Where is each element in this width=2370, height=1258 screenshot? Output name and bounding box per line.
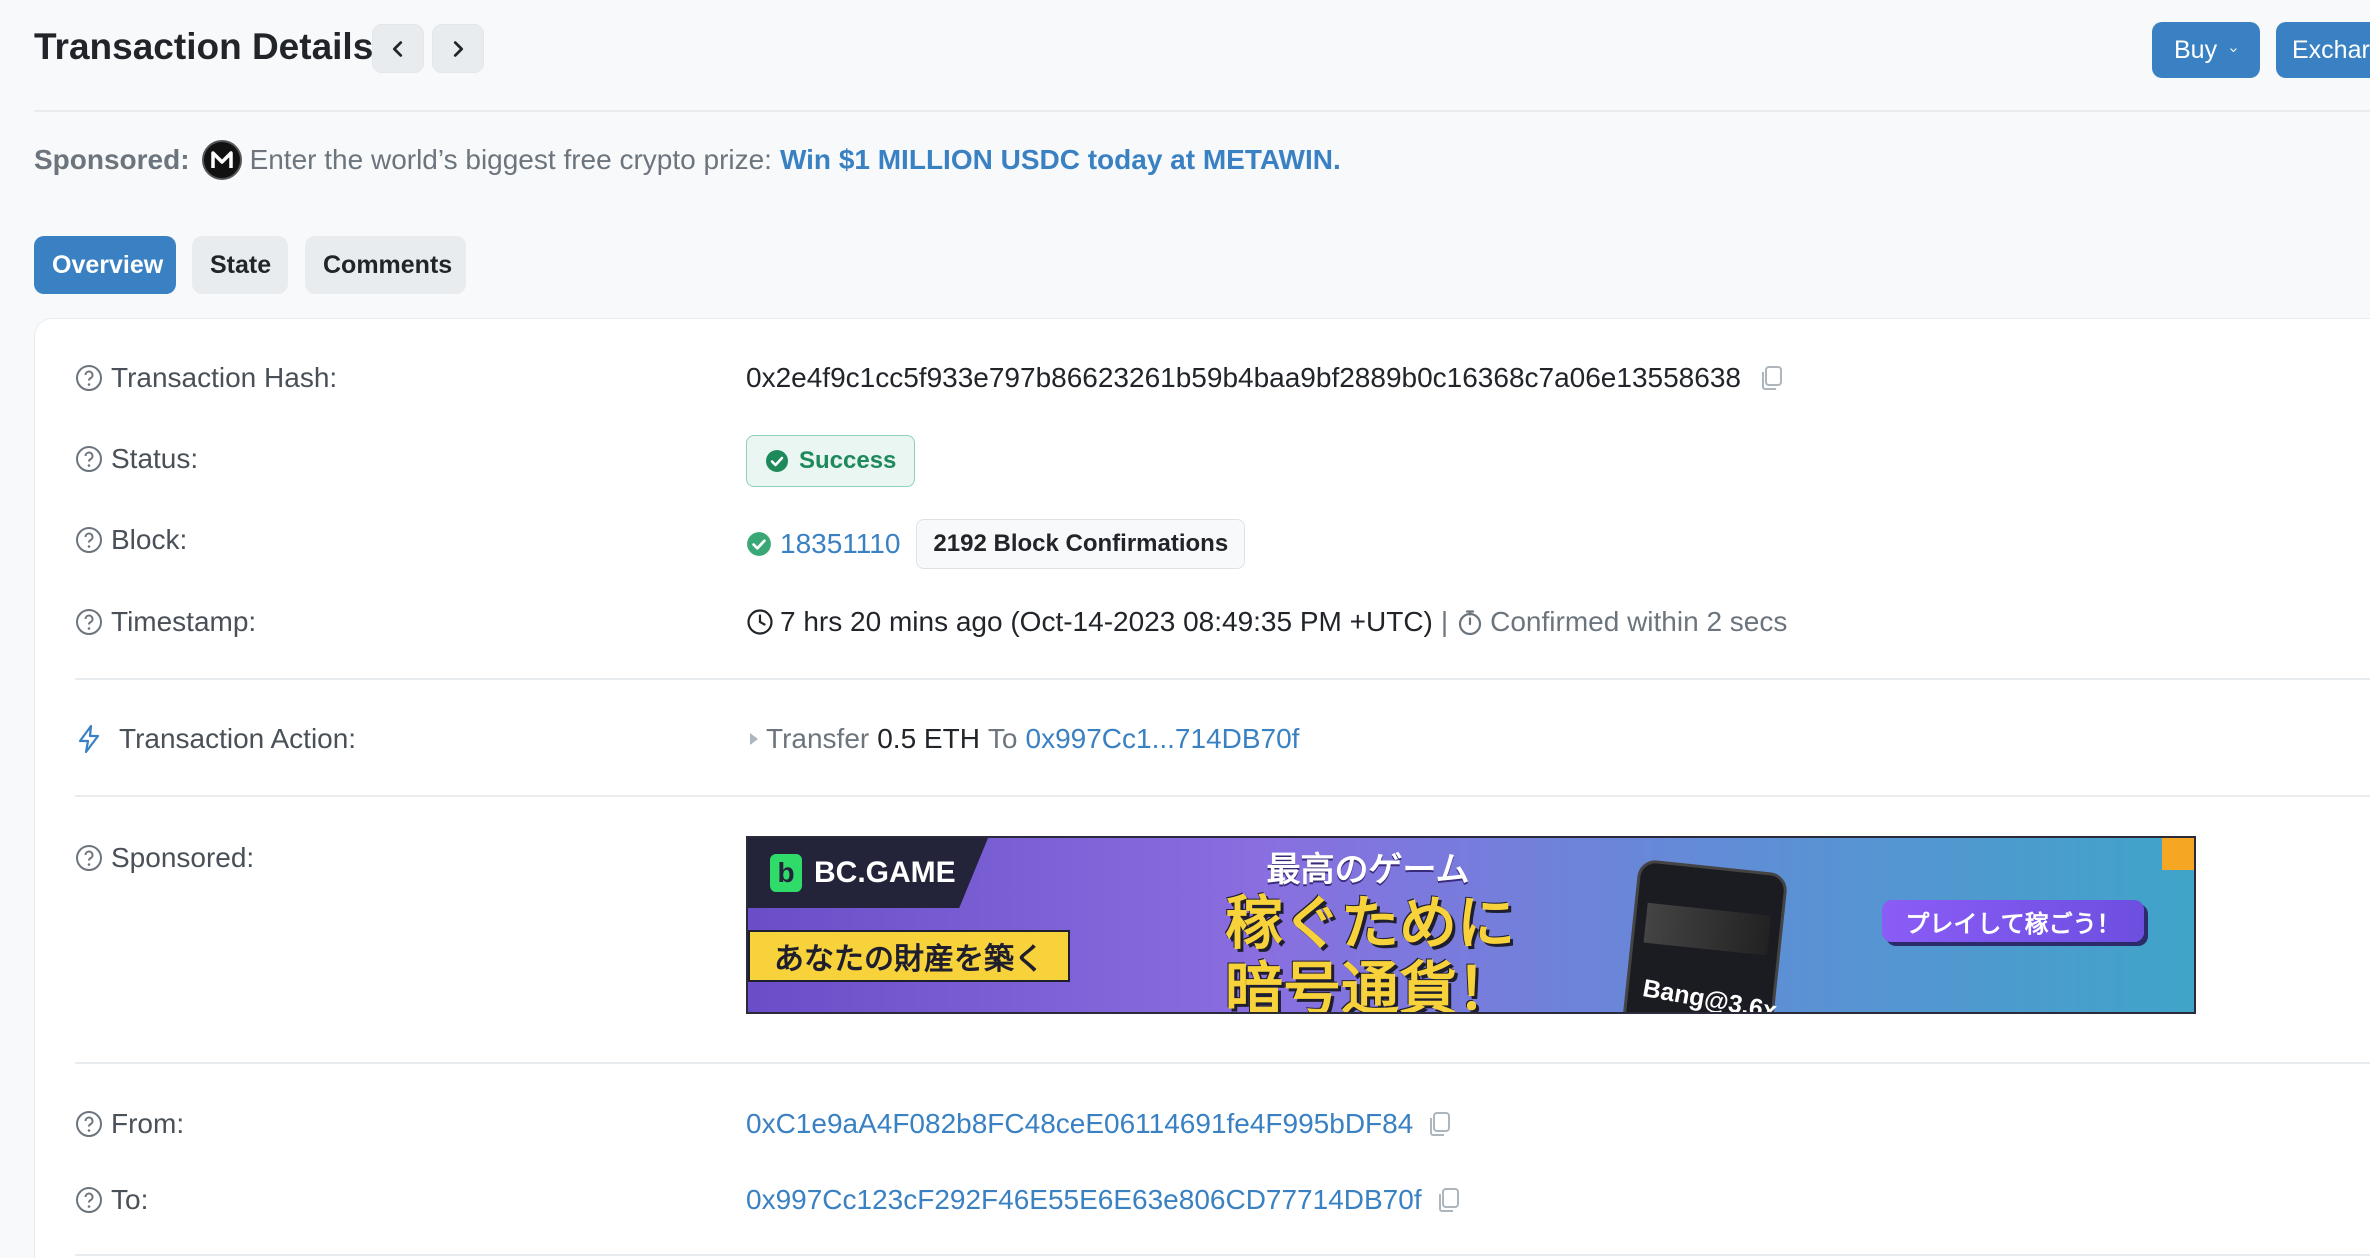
timestamp-label-row: Timestamp:	[75, 606, 256, 638]
sponsored-link[interactable]: Win $1 MILLION USDC today at METAWIN.	[780, 144, 1341, 176]
status-value-row: Success	[746, 435, 916, 487]
action-verb: Transfer	[766, 723, 870, 754]
action-amount: 0.5 ETH	[877, 723, 980, 754]
status-text: Success	[799, 447, 897, 474]
banner-brand: b BC.GAME	[748, 838, 988, 908]
question-circle-icon[interactable]	[75, 364, 103, 392]
from-address-link[interactable]: 0xC1e9aA4F082b8FC48ceE06114691fe4F995bDF…	[746, 1108, 1413, 1140]
banner-phone-image: Bang@3.6x	[1621, 858, 1789, 1014]
banner-big-line-2: 暗号通貨！	[1224, 957, 1515, 1014]
section-divider	[75, 795, 2370, 797]
question-circle-icon[interactable]	[75, 526, 103, 554]
section-divider	[75, 678, 2370, 680]
banner-phone-text: Bang@3.6x	[1640, 974, 1779, 1014]
from-label-row: From:	[75, 1108, 184, 1140]
block-label-row: Block:	[75, 524, 187, 556]
to-value-row: 0x997Cc123cF292F46E55E6E63e806CD77714DB7…	[746, 1184, 1464, 1216]
bc-game-logo-icon: b	[770, 854, 802, 892]
metawin-logo-icon	[201, 140, 242, 180]
chevron-right-icon	[453, 40, 464, 57]
from-value-row: 0xC1e9aA4F082b8FC48ceE06114691fe4F995bDF…	[746, 1108, 1455, 1140]
block-label: Block:	[111, 524, 188, 555]
confirmed-within-text: Confirmed within 2 secs	[1490, 606, 1788, 637]
status-badge: Success	[746, 435, 916, 487]
transaction-hash-value[interactable]: 0x2e4f9c1cc5f933e797b86623261b59b4baa9bf…	[746, 362, 1741, 394]
hash-label-row: Transaction Hash:	[75, 362, 337, 394]
block-confirmations-badge: 2192 Block Confirmations	[916, 519, 1246, 569]
sponsored-announcement: Sponsored: Enter the world’s biggest fre…	[34, 140, 1341, 180]
block-number-link[interactable]: 18351110	[780, 528, 900, 560]
caret-right-icon[interactable]	[746, 730, 762, 748]
action-label: Transaction Action:	[119, 723, 357, 754]
question-circle-icon[interactable]	[75, 1186, 103, 1214]
sponsored-label: Sponsored:	[34, 144, 190, 175]
to-address-link[interactable]: 0x997Cc123cF292F46E55E6E63e806CD77714DB7…	[746, 1184, 1422, 1216]
chevron-down-icon	[2230, 48, 2237, 53]
check-circle-icon	[747, 532, 771, 556]
chevron-left-icon	[392, 40, 403, 57]
block-value-row: 18351110 2192 Block Confirmations	[746, 519, 1246, 569]
from-label: From:	[111, 1108, 185, 1139]
tab-overview[interactable]: Overview	[34, 236, 176, 294]
status-label-row: Status:	[75, 443, 198, 475]
timestamp-value: 7 hrs 20 mins ago (Oct-14-2023 08:49:35 …	[780, 606, 1433, 637]
page-header: Transaction Details Buy Exchar	[0, 0, 2370, 112]
sponsored-row-label: Sponsored:	[111, 842, 255, 873]
page-title: Transaction Details	[34, 26, 374, 67]
hash-value-row: 0x2e4f9c1cc5f933e797b86623261b59b4baa9bf…	[746, 362, 1787, 394]
copy-icon[interactable]	[1434, 1185, 1464, 1215]
status-label: Status:	[111, 443, 199, 474]
exchange-button-label: Exchar	[2292, 35, 2370, 64]
sponsored-text: Enter the world’s biggest free crypto pr…	[249, 144, 772, 175]
action-to-word: To	[987, 723, 1018, 754]
to-label-row: To:	[75, 1184, 148, 1216]
action-label-row: Transaction Action:	[75, 723, 356, 755]
timestamp-separator: |	[1440, 606, 1449, 637]
exchange-button[interactable]: Exchar	[2276, 22, 2370, 78]
tab-state[interactable]: State	[192, 236, 288, 294]
action-to-address-link[interactable]: 0x997Cc1...714DB70f	[1026, 723, 1300, 755]
banner-cta-button[interactable]: プレイして稼ごう！	[1882, 900, 2144, 942]
banner-tagline: あなたの財産を築く	[748, 930, 1070, 982]
section-divider	[75, 1254, 2370, 1256]
action-value-row: Transfer 0.5 ETH To 0x997Cc1...714DB70f	[746, 723, 1299, 755]
question-circle-icon[interactable]	[75, 608, 103, 636]
copy-icon[interactable]	[1757, 363, 1787, 393]
banner-phone-screen	[1643, 902, 1772, 956]
buy-button-label: Buy	[2174, 35, 2218, 64]
next-transaction-button[interactable]	[432, 24, 484, 73]
section-divider	[75, 1062, 2370, 1064]
timestamp-value-row: 7 hrs 20 mins ago (Oct-14-2023 08:49:35 …	[746, 606, 1787, 638]
tab-comments[interactable]: Comments	[305, 236, 466, 294]
sponsored-label-row: Sponsored:	[75, 842, 254, 874]
timestamp-label: Timestamp:	[111, 606, 257, 637]
lightning-icon	[78, 724, 100, 754]
hash-label: Transaction Hash:	[111, 362, 338, 393]
banner-brand-text: BC.GAME	[814, 856, 956, 889]
buy-button[interactable]: Buy	[2152, 22, 2260, 78]
copy-icon[interactable]	[1425, 1109, 1455, 1139]
clock-icon	[747, 609, 773, 635]
stopwatch-icon	[1459, 610, 1482, 636]
prev-transaction-button[interactable]	[372, 24, 424, 73]
question-circle-icon[interactable]	[75, 1110, 103, 1138]
question-circle-icon[interactable]	[75, 844, 103, 872]
sponsored-banner-ad[interactable]: b BC.GAME あなたの財産を築く 最高のゲーム 稼ぐために 暗号通貨！ B…	[746, 836, 2196, 1014]
header-divider	[34, 110, 2370, 112]
check-circle-icon	[766, 450, 788, 472]
banner-ad-badge-icon[interactable]	[2162, 838, 2194, 870]
question-circle-icon[interactable]	[75, 445, 103, 473]
to-label: To:	[111, 1184, 149, 1215]
